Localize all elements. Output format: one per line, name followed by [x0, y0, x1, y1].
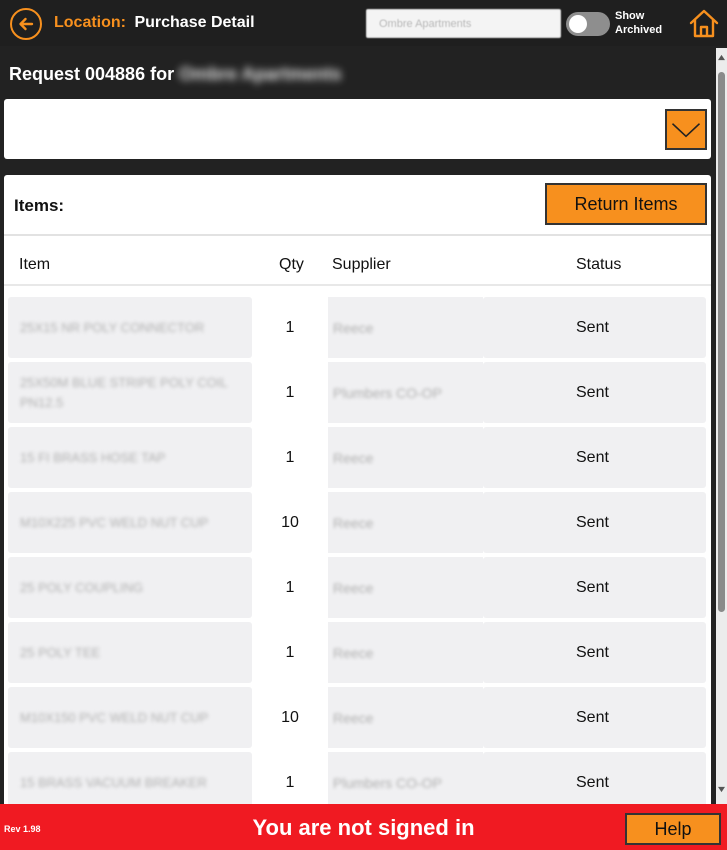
qty-cell: 1 [252, 427, 328, 488]
supplier-cell: Reece [328, 557, 483, 618]
show-archived-label: Show Archived [615, 9, 662, 37]
column-header-item: Item [19, 256, 51, 273]
chevron-down-icon [671, 122, 701, 137]
detail-panel [4, 99, 711, 159]
qty-cell: 1 [252, 297, 328, 358]
scrollbar-thumb[interactable] [718, 72, 725, 612]
qty-cell: 1 [252, 557, 328, 618]
scroll-down-icon[interactable] [716, 786, 727, 796]
supplier-cell: Reece [328, 492, 483, 553]
header-bar: Location: Purchase Detail Show Archived [0, 0, 727, 46]
scroll-up-icon[interactable] [716, 54, 727, 64]
toggle-knob [569, 15, 587, 33]
item-name: 15 FI BRASS HOSE TAP [20, 449, 166, 465]
supplier-name: Reece [333, 644, 374, 661]
show-archived-toggle[interactable] [566, 12, 610, 36]
item-name: 25 POLY COUPLING [20, 579, 144, 595]
supplier-name: Reece [333, 319, 374, 336]
item-name: 15 BRASS VACUUM BREAKER [20, 774, 207, 790]
item-name: 25 POLY TEE [20, 644, 101, 660]
items-label: Items: [14, 196, 65, 215]
table-row[interactable]: M10X225 PVC WELD NUT CUP 10 Reece Sent [4, 492, 711, 557]
location-input[interactable] [366, 9, 561, 38]
status-cell: Sent [483, 622, 706, 683]
divider [4, 284, 711, 286]
back-button[interactable] [10, 8, 42, 40]
qty-cell: 1 [252, 362, 328, 423]
table-row[interactable]: 25X50M BLUE STRIPE POLY COIL PN12.5 1 Pl… [4, 362, 711, 427]
supplier-cell: Reece [328, 427, 483, 488]
item-name: M10X225 PVC WELD NUT CUP [20, 514, 209, 530]
supplier-name: Reece [333, 579, 374, 596]
request-property: Ombre Apartments [179, 64, 342, 84]
divider [4, 234, 711, 236]
app-root: Location: Purchase Detail Show Archived … [0, 0, 727, 850]
signin-status: You are not signed in [252, 815, 475, 840]
item-cell: M10X225 PVC WELD NUT CUP [8, 492, 252, 553]
page-title: Purchase Detail [134, 14, 255, 31]
table-row[interactable]: 15 FI BRASS HOSE TAP 1 Reece Sent [4, 427, 711, 492]
help-button[interactable]: Help [625, 813, 721, 845]
breadcrumb: Location: Purchase Detail [54, 14, 255, 32]
status-cell: Sent [483, 427, 706, 488]
back-arrow-icon [19, 17, 34, 31]
request-title: Request 004886 for Ombre Apartments [9, 64, 341, 85]
home-icon [689, 9, 719, 38]
supplier-name: Plumbers CO-OP [333, 384, 442, 401]
supplier-name: Reece [333, 514, 374, 531]
supplier-name: Plumbers CO-OP [333, 774, 442, 791]
status-cell: Sent [483, 687, 706, 748]
home-button[interactable] [688, 8, 720, 40]
item-cell: 25X15 NR POLY CONNECTOR [8, 297, 252, 358]
request-number: Request 004886 for [9, 64, 175, 84]
table-row[interactable]: 25 POLY COUPLING 1 Reece Sent [4, 557, 711, 622]
item-cell: 25 POLY TEE [8, 622, 252, 683]
toggle-label-line2: Archived [615, 24, 663, 36]
qty-cell: 1 [252, 622, 328, 683]
item-cell: M10X150 PVC WELD NUT CUP [8, 687, 252, 748]
status-cell: Sent [483, 557, 706, 618]
qty-cell: 10 [252, 687, 328, 748]
table-row[interactable]: 25X15 NR POLY CONNECTOR 1 Reece Sent [4, 297, 711, 362]
item-name: 25X50M BLUE STRIPE POLY COIL PN12.5 [20, 374, 228, 410]
status-footer: Rev 1.98 You are not signed in Help [0, 804, 727, 850]
supplier-cell: Reece [328, 687, 483, 748]
toggle-label-line1: Show [615, 10, 645, 22]
table-row[interactable]: M10X150 PVC WELD NUT CUP 10 Reece Sent [4, 687, 711, 752]
supplier-name: Reece [333, 449, 374, 466]
qty-cell: 10 [252, 492, 328, 553]
column-header-status: Status [576, 256, 622, 273]
location-label: Location: [54, 14, 126, 31]
items-panel: Items: Return Items Item Qty Supplier St… [4, 175, 711, 815]
supplier-cell: Reece [328, 622, 483, 683]
status-cell: Sent [483, 297, 706, 358]
column-header-qty: Qty [279, 256, 304, 273]
item-name: M10X150 PVC WELD NUT CUP [20, 709, 209, 725]
vertical-scrollbar[interactable] [716, 48, 727, 804]
expand-dropdown-button[interactable] [665, 109, 707, 150]
supplier-cell: Reece [328, 297, 483, 358]
supplier-cell: Plumbers CO-OP [328, 362, 483, 423]
item-cell: 25X50M BLUE STRIPE POLY COIL PN12.5 [8, 362, 252, 423]
items-table: 25X15 NR POLY CONNECTOR 1 Reece Sent 25X… [4, 297, 711, 815]
item-name: 25X15 NR POLY CONNECTOR [20, 319, 205, 335]
status-cell: Sent [483, 362, 706, 423]
supplier-name: Reece [333, 709, 374, 726]
item-cell: 15 FI BRASS HOSE TAP [8, 427, 252, 488]
item-cell: 25 POLY COUPLING [8, 557, 252, 618]
column-header-supplier: Supplier [332, 256, 391, 273]
return-items-button[interactable]: Return Items [545, 183, 707, 225]
status-cell: Sent [483, 492, 706, 553]
table-row[interactable]: 25 POLY TEE 1 Reece Sent [4, 622, 711, 687]
